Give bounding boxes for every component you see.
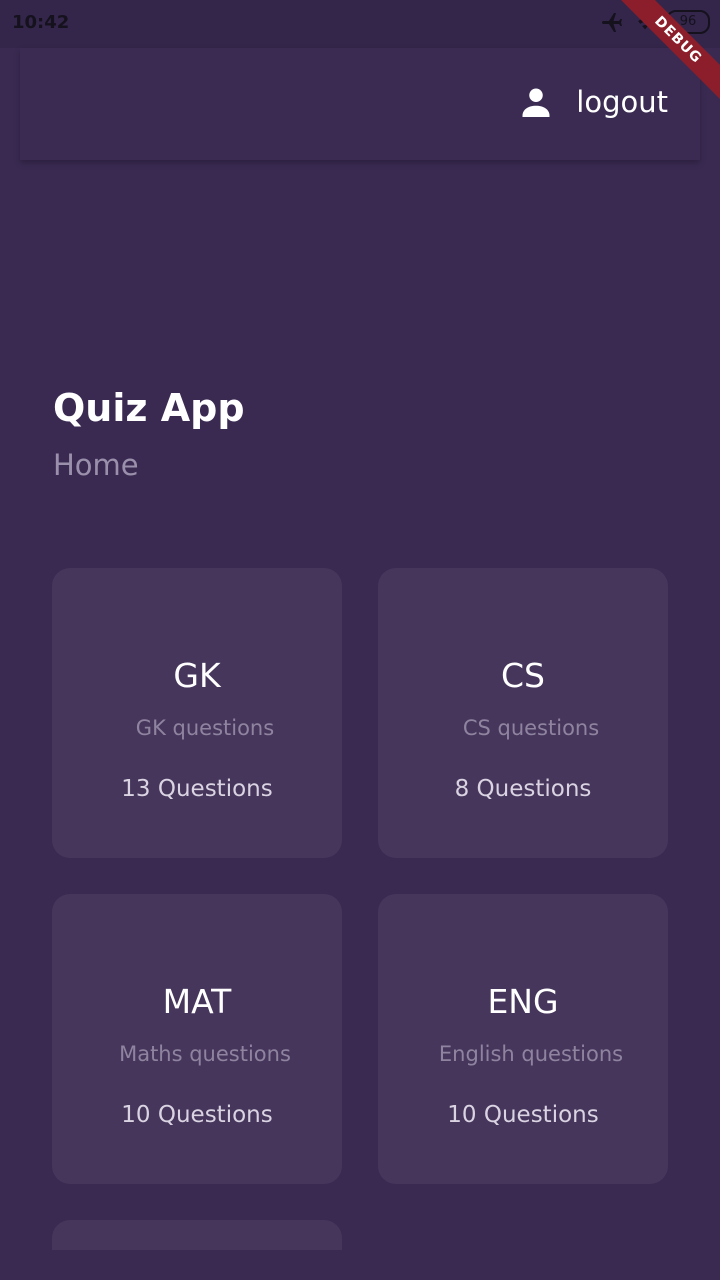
card-description: English questions xyxy=(438,1042,624,1066)
card-code: CS xyxy=(501,656,545,695)
category-card-cs[interactable]: CS CS questions 8 Questions xyxy=(378,568,668,858)
card-question-count: 8 Questions xyxy=(454,776,592,802)
airplane-icon xyxy=(602,13,622,32)
category-card-partial[interactable] xyxy=(52,1220,342,1250)
card-question-count: 13 Questions xyxy=(121,776,273,802)
person-icon xyxy=(522,88,550,117)
status-time: 10:42 xyxy=(12,12,70,33)
card-description: CS questions xyxy=(462,716,600,740)
card-question-count: 10 Questions xyxy=(447,1102,599,1128)
page-subtitle: Home xyxy=(53,448,139,482)
card-question-count: 10 Questions xyxy=(121,1102,273,1128)
status-bar: 10:42 96 xyxy=(0,0,720,48)
card-code: MAT xyxy=(162,982,232,1021)
card-description: Maths questions xyxy=(119,1042,291,1066)
category-card-mat[interactable]: MAT Maths questions 10 Questions xyxy=(52,894,342,1184)
screen: 10:42 96 DEBUG logout Quiz App Home GK G… xyxy=(0,0,720,1280)
logout-label: logout xyxy=(576,85,668,119)
card-description: GK questions xyxy=(135,716,275,740)
card-code: ENG xyxy=(487,982,559,1021)
app-bar: logout xyxy=(20,48,700,160)
card-code: GK xyxy=(173,656,221,695)
app-title: Quiz App xyxy=(53,386,245,430)
category-card-gk[interactable]: GK GK questions 13 Questions xyxy=(52,568,342,858)
logout-button[interactable]: logout xyxy=(518,84,668,120)
category-card-eng[interactable]: ENG English questions 10 Questions xyxy=(378,894,668,1184)
